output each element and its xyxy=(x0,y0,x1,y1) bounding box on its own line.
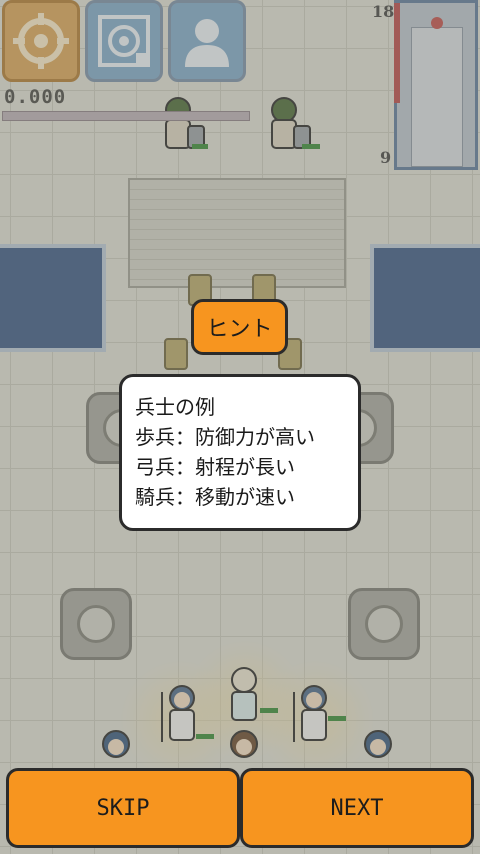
hint-line-archer: 弓兵：射程が長い xyxy=(135,455,295,479)
next-button[interactable]: NEXT xyxy=(240,768,474,848)
hint-tag: ヒント xyxy=(191,299,288,355)
hint-title: 兵士の例 xyxy=(135,395,215,419)
hint-line-cavalry: 騎兵：移動が速い xyxy=(135,485,295,509)
skip-button[interactable]: SKIP xyxy=(6,768,240,848)
hint-line-infantry: 歩兵：防御力が高い xyxy=(135,425,315,449)
hint-dialog: 兵士の例 歩兵：防御力が高い 弓兵：射程が長い 騎兵：移動が速い xyxy=(119,374,361,531)
